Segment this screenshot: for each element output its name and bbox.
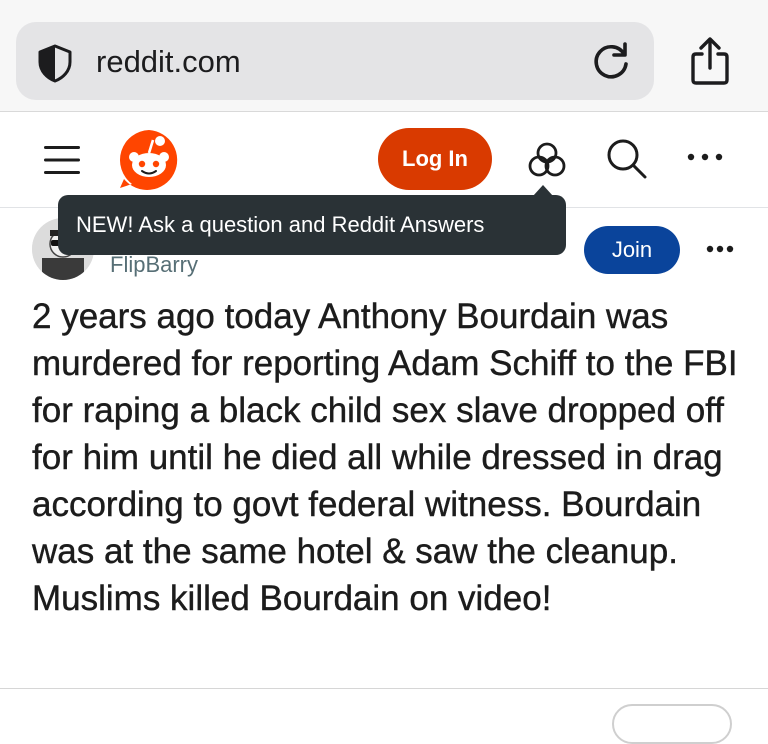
divider: [0, 688, 768, 689]
post-title[interactable]: 2 years ago today Anthony Bourdain was m…: [32, 293, 742, 622]
answers-tooltip[interactable]: NEW! Ask a question and Reddit Answers: [58, 195, 566, 255]
shield-icon[interactable]: [34, 42, 76, 84]
post-action-button[interactable]: [612, 704, 732, 744]
login-button[interactable]: Log In: [378, 128, 492, 190]
reload-icon[interactable]: [588, 38, 634, 84]
join-button[interactable]: Join: [584, 226, 680, 274]
more-options-icon[interactable]: [686, 150, 724, 164]
url-text[interactable]: reddit.com: [96, 40, 241, 84]
menu-icon[interactable]: [42, 144, 82, 176]
post-more-options-icon[interactable]: [706, 242, 734, 256]
search-icon[interactable]: [604, 136, 648, 180]
answers-icon[interactable]: [526, 140, 568, 180]
reddit-logo-icon[interactable]: [116, 128, 182, 192]
share-icon[interactable]: [688, 36, 732, 86]
